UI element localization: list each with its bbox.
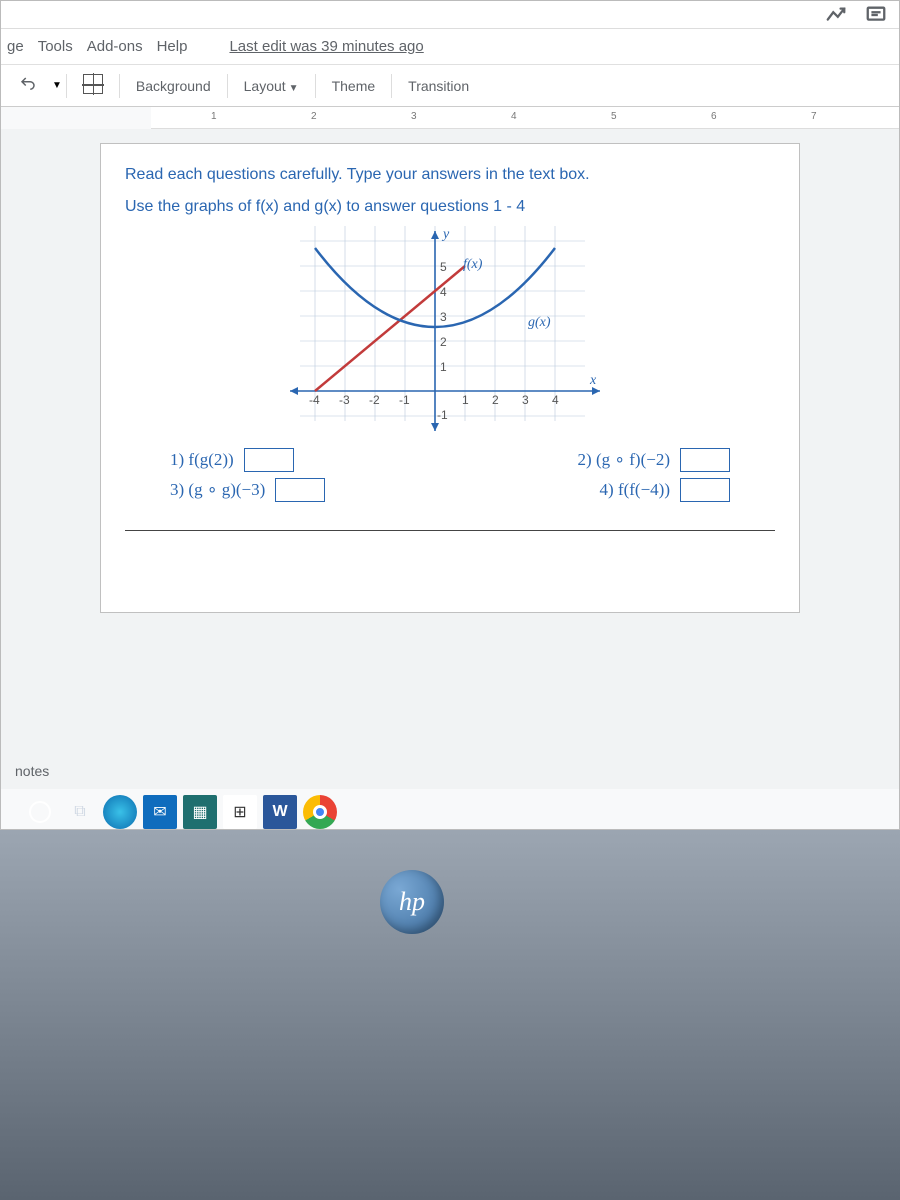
x-axis-label: x xyxy=(589,373,597,388)
chevron-down-icon: ▼ xyxy=(289,83,299,94)
svg-text:1: 1 xyxy=(440,360,447,374)
mail-icon[interactable]: ✉ xyxy=(143,795,177,829)
ruler-tick: 1 xyxy=(211,111,217,122)
windows-taskbar: ⧉ ✉ ▦ ⊞ W xyxy=(29,791,337,833)
svg-text:3: 3 xyxy=(440,310,447,324)
svg-text:4: 4 xyxy=(552,393,559,407)
svg-text:3: 3 xyxy=(522,393,529,407)
question-3: 3) (g ∘ g)(−3) xyxy=(170,480,265,500)
ruler-tick: 7 xyxy=(811,111,817,122)
answer-box-4[interactable] xyxy=(680,478,730,502)
photos-icon[interactable]: ▦ xyxy=(183,795,217,829)
svg-text:5: 5 xyxy=(440,260,447,274)
edge-icon[interactable] xyxy=(103,795,137,829)
toolbar: ▼ Background Layout▼ Theme Transition xyxy=(1,65,899,107)
grid-icon xyxy=(83,74,103,94)
background-button[interactable]: Background xyxy=(124,72,223,100)
answer-box-2[interactable] xyxy=(680,448,730,472)
ruler-tick: 4 xyxy=(511,111,517,122)
answer-box-1[interactable] xyxy=(244,448,294,472)
chevron-down-icon[interactable]: ▼ xyxy=(52,80,62,91)
g-label: g(x) xyxy=(528,315,551,330)
svg-text:1: 1 xyxy=(462,393,469,407)
svg-text:2: 2 xyxy=(492,393,499,407)
grid-view-button[interactable] xyxy=(71,68,115,103)
question-2: 2) (g ∘ f)(−2) xyxy=(578,450,670,470)
menu-item-addons[interactable]: Add-ons xyxy=(87,38,143,55)
ruler-tick: 3 xyxy=(411,111,417,122)
instruction-1: Read each questions carefully. Type your… xyxy=(125,166,775,184)
layout-button[interactable]: Layout▼ xyxy=(232,72,311,100)
chrome-icon[interactable] xyxy=(303,795,337,829)
slide[interactable]: Read each questions carefully. Type your… xyxy=(100,143,800,613)
task-view-icon[interactable]: ⧉ xyxy=(63,795,97,829)
svg-text:4: 4 xyxy=(440,285,447,299)
f-label: f(x) xyxy=(463,257,483,272)
word-icon[interactable]: W xyxy=(263,795,297,829)
menu-item-page-fragment[interactable]: ge xyxy=(7,38,24,55)
svg-text:-3: -3 xyxy=(339,393,350,407)
question-4: 4) f(f(−4)) xyxy=(600,480,670,500)
question-1: 1) f(g(2)) xyxy=(170,450,234,470)
activity-icon[interactable] xyxy=(825,4,847,26)
undo-button[interactable] xyxy=(7,69,49,102)
ruler-tick: 2 xyxy=(311,111,317,122)
speaker-notes[interactable]: notes xyxy=(1,753,899,789)
layout-label: Layout xyxy=(244,78,286,94)
ruler-tick: 5 xyxy=(611,111,617,122)
ruler-tick: 6 xyxy=(711,111,717,122)
menu-item-tools[interactable]: Tools xyxy=(38,38,73,55)
answer-box-3[interactable] xyxy=(275,478,325,502)
menu-item-help[interactable]: Help xyxy=(157,38,188,55)
comments-icon[interactable] xyxy=(865,4,887,26)
svg-text:-4: -4 xyxy=(309,393,320,407)
svg-text:2: 2 xyxy=(440,335,447,349)
svg-text:-1: -1 xyxy=(437,408,448,422)
last-edit-status[interactable]: Last edit was 39 minutes ago xyxy=(229,38,423,55)
y-axis-label: y xyxy=(441,227,450,242)
svg-text:-1: -1 xyxy=(399,393,410,407)
cortana-icon[interactable] xyxy=(29,801,51,823)
graph: 5 4 3 2 1 -1 -4 -3 -2 -1 1 2 3 4 y x xyxy=(285,226,615,436)
store-icon[interactable]: ⊞ xyxy=(223,795,257,829)
theme-button[interactable]: Theme xyxy=(320,72,388,100)
transition-button[interactable]: Transition xyxy=(396,72,481,100)
ruler: 1 2 3 4 5 6 7 xyxy=(151,107,899,129)
svg-text:-2: -2 xyxy=(369,393,380,407)
hp-logo: hp xyxy=(380,870,444,934)
instruction-2: Use the graphs of f(x) and g(x) to answe… xyxy=(125,198,775,216)
menu-bar: ge Tools Add-ons Help Last edit was 39 m… xyxy=(1,29,899,65)
